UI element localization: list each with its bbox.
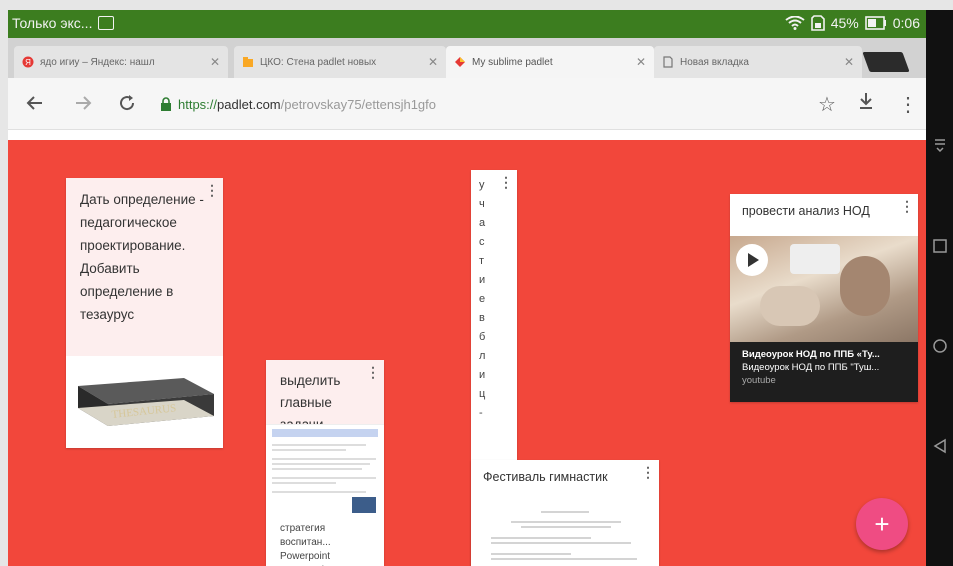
thumbnail-shape	[840, 256, 890, 316]
folder-icon	[243, 57, 253, 67]
close-icon[interactable]: ✕	[428, 55, 438, 69]
tab-label: ядо игиу – Яндекс: нашл	[40, 56, 155, 68]
padlet-icon	[455, 57, 465, 67]
back-arrow-icon[interactable]	[22, 90, 48, 116]
url-path: /petrovskay75/ettensjh1gfo	[280, 96, 437, 112]
post-title: Дать определение - педагогическое проект…	[66, 178, 223, 356]
recent-apps-icon[interactable]	[932, 238, 948, 254]
post-menu-icon[interactable]: ⋮	[499, 174, 513, 191]
status-bar: Только экс... 45% 0:06	[8, 10, 926, 38]
padlet-wall[interactable]: Дать определение - педагогическое проект…	[8, 140, 926, 566]
video-source: youtube	[742, 375, 776, 386]
thesaurus-book-image[interactable]: THESAURUS	[66, 356, 223, 448]
post-menu-icon[interactable]: ⋮	[641, 464, 655, 481]
post-title: провести анализ НОД	[730, 194, 918, 236]
add-post-button[interactable]: +	[856, 498, 908, 550]
post-menu-icon[interactable]: ⋮	[205, 182, 219, 199]
browser-toolbar: https://padlet.com/petrovskay75/ettensjh…	[8, 78, 926, 130]
url-protocol: https://	[178, 96, 218, 112]
attachment-subtitle: Powerpoint presentati...	[280, 551, 332, 566]
post-festival[interactable]: Фестиваль гимнастик ⋮	[471, 460, 659, 566]
new-tab-button[interactable]	[862, 52, 910, 72]
yandex-icon: Я	[22, 56, 34, 68]
post-analysis[interactable]: провести анализ НОД ⋮ Видеоурок НОД по П…	[730, 194, 918, 402]
document-thumbnail[interactable]	[471, 498, 659, 566]
thumbnail-shape	[760, 286, 820, 326]
star-icon[interactable]: ☆	[818, 92, 836, 117]
url-host: padlet.com	[217, 96, 281, 112]
video-caption: Видеоурок НОД по ППБ «Ту... Видеоурок НО…	[730, 342, 918, 402]
video-title: Видеоурок НОД по ППБ «Ту...	[742, 349, 880, 360]
tab-label: My sublime padlet	[472, 56, 553, 68]
reload-icon[interactable]	[114, 90, 140, 116]
tab-cko-padlet[interactable]: ЦКО: Стена padlet новых ✕	[234, 46, 446, 78]
keyboard-down-icon[interactable]	[932, 136, 948, 152]
post-tasks[interactable]: выделить главные задачи ⋮	[266, 360, 384, 566]
status-right: 45% 0:06	[785, 15, 920, 31]
play-icon[interactable]	[736, 244, 768, 276]
home-icon[interactable]	[932, 338, 948, 354]
address-bar[interactable]: https://padlet.com/petrovskay75/ettensjh…	[160, 92, 760, 116]
forward-arrow-icon[interactable]	[70, 90, 96, 116]
close-icon[interactable]: ✕	[210, 55, 220, 69]
back-icon[interactable]	[932, 438, 948, 454]
post-menu-icon[interactable]: ⋮	[900, 198, 914, 215]
wifi-icon	[785, 16, 805, 30]
video-subtitle: Видеоурок НОД по ППБ "Туш...	[742, 362, 880, 373]
tab-yandex[interactable]: Я ядо игиу – Яндекс: нашл ✕	[14, 46, 228, 78]
browser-tab-strip: Я ядо игиу – Яндекс: нашл ✕ ЦКО: Стена p…	[8, 38, 926, 78]
status-left: Только экс...	[12, 15, 115, 31]
thumbnail-shape	[790, 244, 840, 274]
tab-label: ЦКО: Стена padlet новых	[260, 56, 377, 68]
menu-icon[interactable]: ⋮	[898, 92, 918, 117]
lock-icon	[161, 97, 171, 111]
battery-percent: 45%	[830, 15, 859, 31]
android-nav-bar	[926, 10, 953, 566]
notification-text: Только экс...	[12, 15, 93, 31]
image-icon	[98, 16, 115, 30]
close-icon[interactable]: ✕	[636, 55, 646, 69]
post-title: участиевблиц-	[471, 170, 491, 429]
tablet-screen: Только экс... 45% 0:06 Я ядо игиу – Янде…	[8, 10, 926, 566]
sim-icon	[810, 15, 825, 31]
post-title: Фестиваль гимнастик	[471, 460, 659, 498]
presentation-thumbnail[interactable]	[266, 424, 384, 516]
post-definition[interactable]: Дать определение - педагогическое проект…	[66, 178, 223, 448]
tab-label: Новая вкладка	[680, 56, 749, 68]
device-frame: Только экс... 45% 0:06 Я ядо игиу – Янде…	[0, 0, 953, 566]
download-icon[interactable]	[858, 92, 874, 116]
tab-my-sublime-padlet[interactable]: My sublime padlet ✕	[446, 46, 654, 78]
padlet-page: Дать определение - педагогическое проект…	[8, 130, 926, 566]
battery-icon	[864, 16, 886, 30]
page-icon	[663, 56, 673, 68]
post-menu-icon[interactable]: ⋮	[366, 364, 380, 381]
attachment-title: стратегия воспитан...	[280, 523, 331, 548]
attachment-caption: стратегия воспитан... Powerpoint present…	[266, 516, 384, 566]
clock: 0:06	[892, 15, 920, 31]
svg-text:Я: Я	[25, 58, 31, 67]
tab-new[interactable]: Новая вкладка ✕	[654, 46, 862, 78]
video-thumbnail[interactable]	[730, 236, 918, 342]
close-icon[interactable]: ✕	[844, 55, 854, 69]
